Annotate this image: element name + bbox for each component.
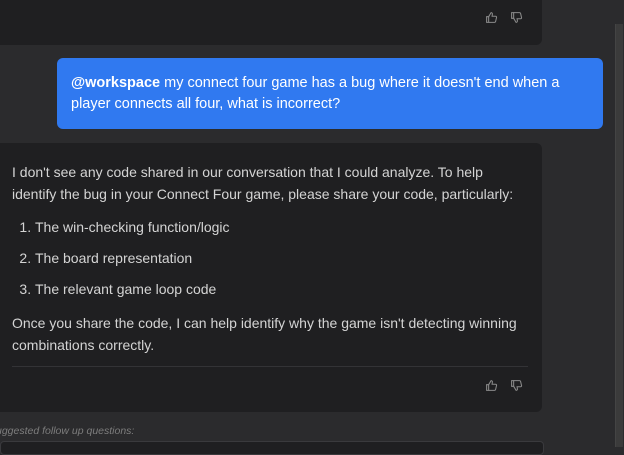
thumbs-down-icon[interactable] [510,11,523,24]
response-list: The win-checking function/logic The boar… [12,216,528,300]
previous-response-card [0,0,542,45]
followup-question-box[interactable] [0,441,544,455]
list-item: The relevant game loop code [35,278,528,300]
thumbs-down-icon[interactable] [510,379,523,392]
user-message-bubble: @workspace my connect four game has a bu… [57,58,603,129]
response-feedback-group [485,379,523,392]
thumbs-up-icon[interactable] [485,379,498,392]
followups-label: uggested follow up questions: [0,425,135,437]
list-item: The board representation [35,247,528,269]
response-intro: I don't see any code shared in our conve… [12,164,514,202]
assistant-response-card: I don't see any code shared in our conve… [0,143,542,412]
response-divider [12,366,528,367]
previous-feedback-group [485,11,523,24]
thumbs-up-icon[interactable] [485,11,498,24]
scrollbar-track[interactable] [615,0,624,447]
workspace-mention: @workspace [71,75,161,91]
response-outro: Once you share the code, I can help iden… [12,315,517,353]
scrollbar-thumb[interactable] [615,24,623,447]
list-item: The win-checking function/logic [35,216,528,238]
